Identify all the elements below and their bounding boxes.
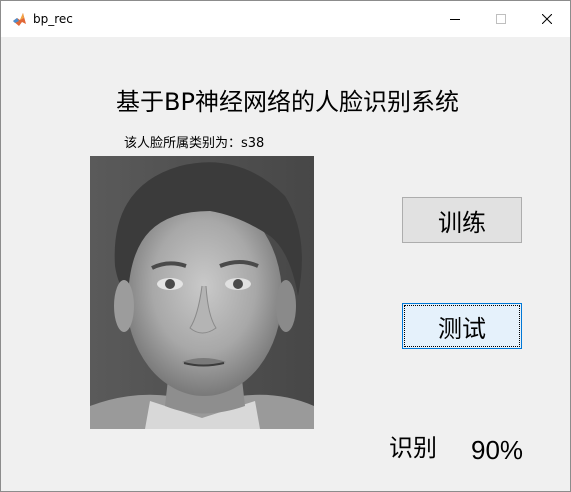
window-title: bp_rec — [33, 12, 73, 26]
train-button[interactable]: 训练 — [402, 197, 522, 243]
close-icon — [542, 14, 552, 24]
title-bar[interactable]: bp_rec — [1, 1, 570, 37]
page-title: 基于BP神经网络的人脸识别系统 — [1, 87, 570, 117]
minimize-button[interactable] — [432, 1, 478, 37]
test-button[interactable]: 测试 — [402, 303, 522, 349]
minimize-icon — [450, 19, 460, 20]
recognition-rate: 90% — [471, 435, 524, 465]
maximize-button[interactable] — [478, 1, 524, 37]
app-window: bp_rec 基于BP神经网络的人脸识别系统 该人脸所属类别为：s38 训练 测… — [0, 0, 571, 492]
classification-result-label: 该人脸所属类别为：s38 — [124, 136, 265, 151]
maximize-icon — [496, 14, 506, 24]
recognition-label: 识别 — [389, 434, 437, 462]
page-title-text: 基于BP神经网络的人脸识别系统 — [116, 88, 459, 116]
face-photo — [90, 156, 314, 429]
close-button[interactable] — [524, 1, 570, 37]
matlab-icon — [12, 12, 27, 27]
